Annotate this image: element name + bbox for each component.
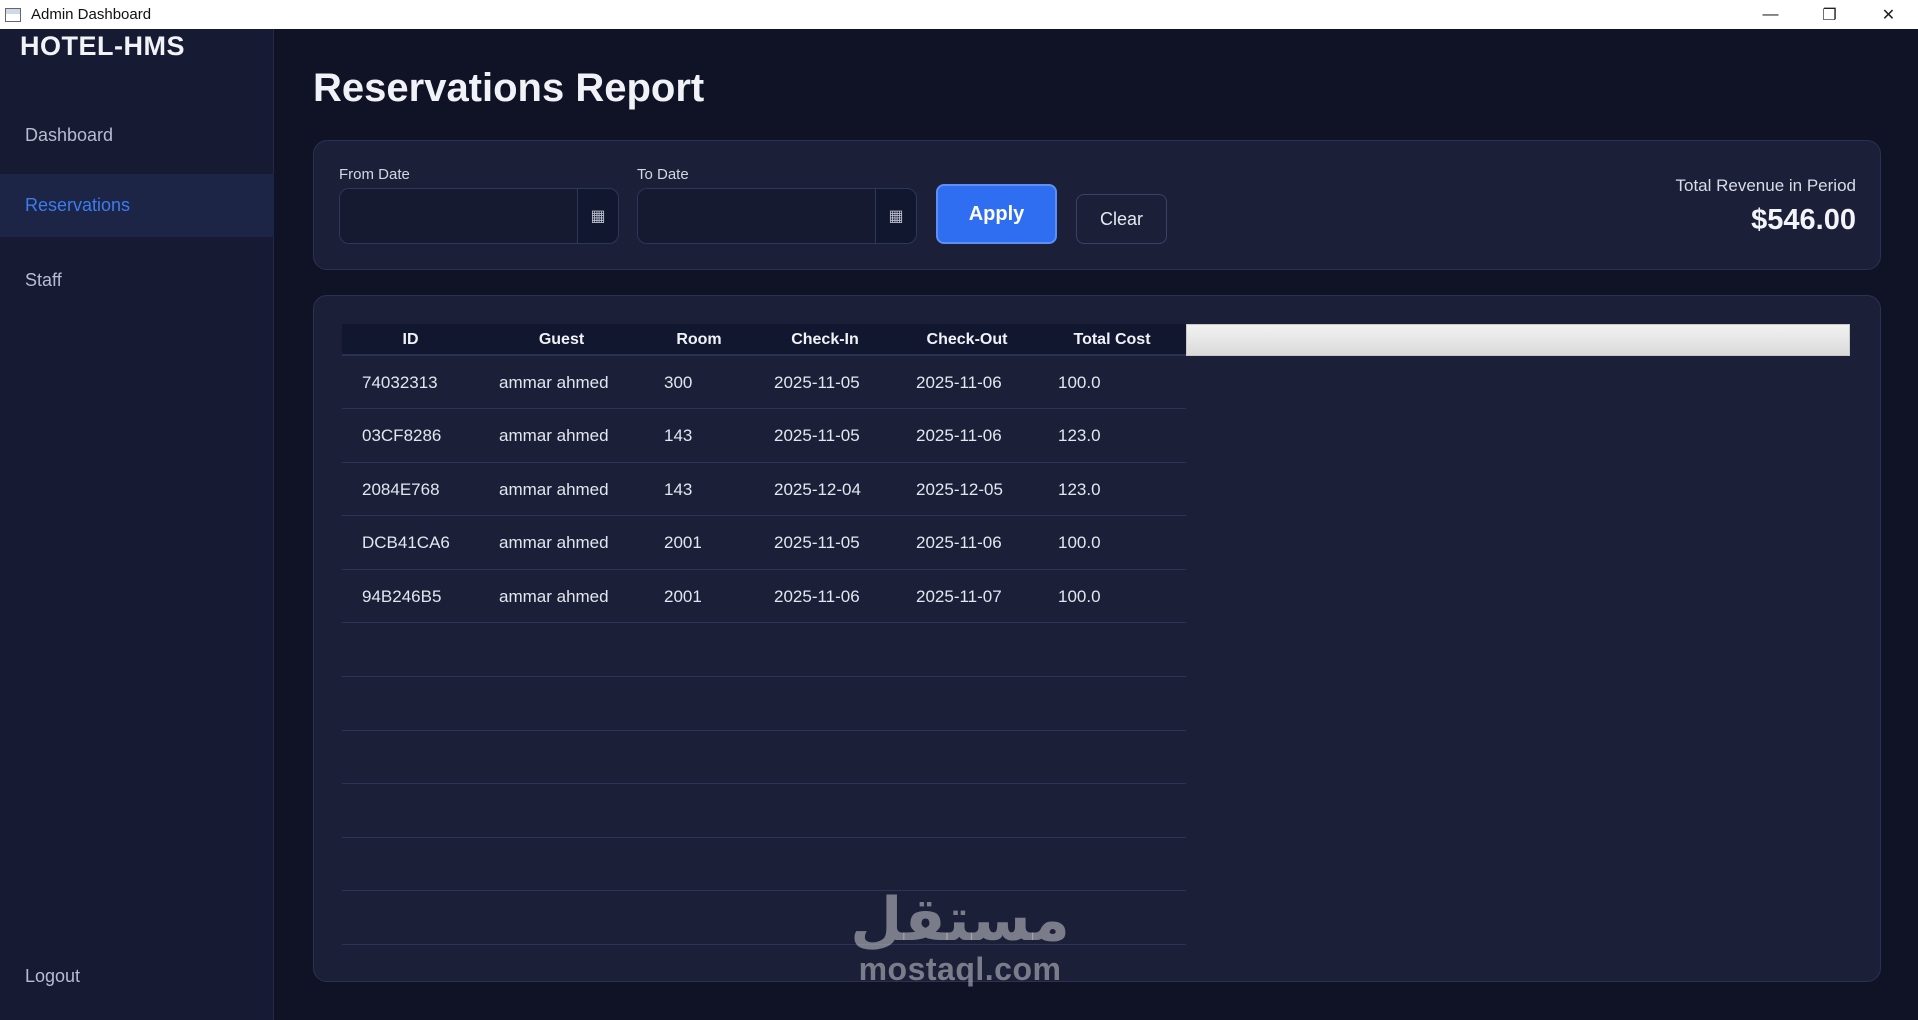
brand-logo-text: HOTEL-HMS: [20, 31, 185, 61]
table-cell-guest: ammar ahmed: [499, 479, 609, 499]
table-cell-check-out: 2025-11-06: [916, 533, 1002, 552]
minimize-icon[interactable]: —: [1741, 0, 1800, 29]
calendar-icon[interactable]: ▦: [578, 189, 618, 243]
table-cell-room: 143: [664, 426, 693, 445]
sidebar-item-staff[interactable]: Staff: [0, 249, 274, 312]
table-cell-check-in: 2025-11-06: [774, 586, 860, 606]
column-header-check-in[interactable]: Check-In: [754, 324, 896, 356]
sidebar-item-dashboard[interactable]: Dashboard: [0, 104, 274, 167]
table-cell-total-cost: 123.0: [1058, 426, 1101, 445]
table-cell-room: 300: [664, 372, 693, 392]
column-header-check-out[interactable]: Check-Out: [896, 324, 1038, 356]
from-date-picker: ▦: [339, 188, 619, 244]
table-header-filler: [1186, 324, 1850, 356]
window-title: Admin Dashboard: [31, 6, 152, 23]
table-cell-guest: ammar ahmed: [499, 533, 609, 552]
table-cell-guest: ammar ahmed: [499, 426, 609, 445]
table-cell-total-cost: 100.0: [1058, 372, 1101, 392]
to-date-input[interactable]: [638, 189, 876, 243]
table-row[interactable]: DCB41CA6 ammar ahmed 2001 2025-11-05 2025-11…: [342, 517, 1186, 570]
restore-icon[interactable]: ❐: [1800, 0, 1859, 29]
table-cell-id: 2084E768: [362, 479, 440, 499]
calendar-icon[interactable]: ▦: [876, 189, 916, 243]
table-cell-room: 2001: [664, 533, 702, 552]
table-cell-guest: ammar ahmed: [499, 372, 609, 392]
table-cell-check-in: 2025-11-05: [774, 426, 860, 445]
table-cell-total-cost: 100.0: [1058, 533, 1101, 552]
table-row-empty: [342, 624, 1186, 677]
sidebar-item-logout[interactable]: Logout: [0, 945, 274, 1008]
sidebar: HOTEL-HMS Dashboard Reservations Staff L…: [0, 29, 274, 1020]
table-cell-total-cost: 100.0: [1058, 586, 1101, 606]
table-cell-check-out: 2025-11-06: [916, 372, 1002, 392]
table-cell-check-out: 2025-12-05: [916, 479, 1003, 499]
table-cell-id: 03CF8286: [362, 426, 442, 445]
table-row[interactable]: 03CF8286 ammar ahmed 143 2025-11-05 2025-11-…: [342, 410, 1186, 463]
apply-button[interactable]: Apply: [936, 184, 1057, 244]
window-titlebar: Admin Dashboard — ❐ ✕: [0, 0, 1918, 29]
table-cell-guest: ammar ahmed: [499, 586, 609, 606]
table-row[interactable]: 74032313 ammar ahmed 300 2025-11-05 2025-11-…: [342, 356, 1186, 409]
column-header-total-cost[interactable]: Total Cost: [1038, 324, 1186, 356]
table-cell-id: DCB41CA6: [362, 533, 450, 552]
from-date-label: From Date: [339, 166, 410, 183]
table-cell-total-cost: 123.0: [1058, 479, 1101, 499]
table-cell-check-in: 2025-11-05: [774, 372, 860, 392]
table-cell-id: 94B246B5: [362, 586, 442, 606]
column-header-id[interactable]: ID: [342, 324, 479, 356]
sidebar-item-reservations[interactable]: Reservations: [0, 174, 274, 237]
table-cell-room: 2001: [664, 586, 702, 606]
window-controls: — ❐ ✕: [1741, 0, 1918, 29]
table-cell-check-in: 2025-12-04: [774, 479, 861, 499]
table-row-empty: [342, 678, 1186, 731]
table-row-empty: [342, 785, 1186, 838]
page-title: Reservations Report: [313, 66, 705, 110]
clear-button[interactable]: Clear: [1076, 194, 1167, 244]
table-cell-check-out: 2025-11-06: [916, 426, 1002, 445]
column-header-room[interactable]: Room: [644, 324, 754, 356]
table-row[interactable]: 94B246B5 ammar ahmed 2001 2025-11-06 2025-11…: [342, 570, 1186, 623]
close-icon[interactable]: ✕: [1859, 0, 1918, 29]
app-window-icon: [5, 7, 21, 22]
table-row-empty: [342, 838, 1186, 891]
to-date-picker: ▦: [637, 188, 917, 244]
filter-panel: From Date ▦ To Date ▦ Apply Clear Total …: [313, 140, 1881, 270]
total-revenue-value: $546.00: [1751, 204, 1856, 236]
table-row-empty: [342, 892, 1186, 945]
table-cell-id: 74032313: [362, 372, 438, 392]
table-row-empty: [342, 731, 1186, 784]
column-header-guest[interactable]: Guest: [479, 324, 644, 356]
table-header: ID Guest Room Check-In Check-Out Total C…: [342, 324, 1186, 356]
table-cell-check-in: 2025-11-05: [774, 533, 860, 552]
from-date-input[interactable]: [340, 189, 578, 243]
table-row[interactable]: 2084E768 ammar ahmed 143 2025-12-04 2025-12-…: [342, 463, 1186, 516]
table-cell-room: 143: [664, 479, 693, 499]
total-revenue-label: Total Revenue in Period: [1675, 176, 1856, 195]
to-date-label: To Date: [637, 166, 689, 183]
reservations-table-panel: ID Guest Room Check-In Check-Out Total C…: [313, 295, 1881, 982]
table-cell-check-out: 2025-11-07: [916, 586, 1002, 606]
